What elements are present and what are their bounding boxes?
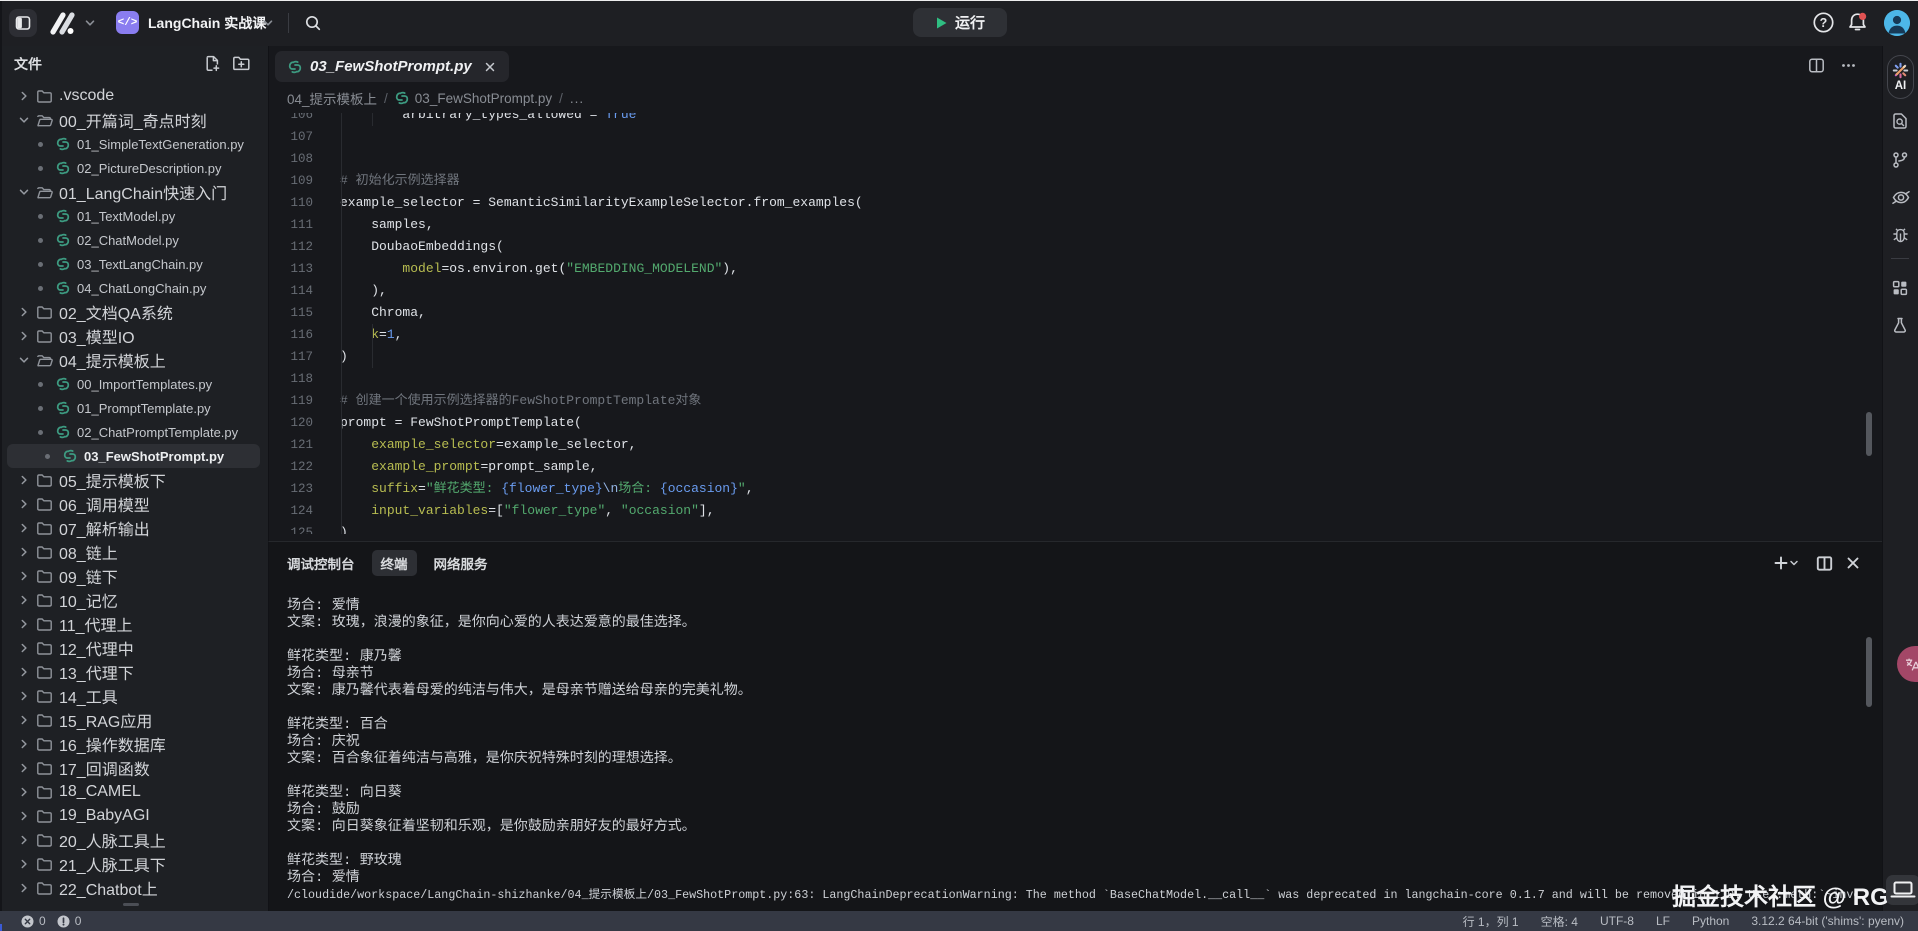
svg-text:?: ? [1820,16,1828,30]
